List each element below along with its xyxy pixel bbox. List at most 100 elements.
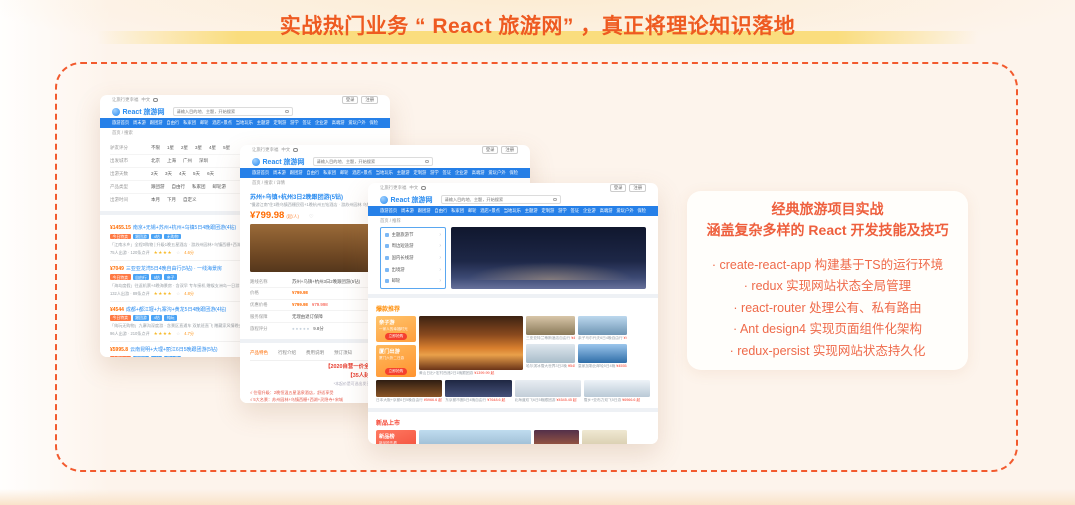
filter-option[interactable]: 6天 xyxy=(207,171,214,177)
nav-item[interactable]: 主题游 xyxy=(525,208,538,214)
buy-now-button[interactable]: 立即抢购 xyxy=(384,333,408,340)
filter-option[interactable]: 2天 xyxy=(151,171,158,177)
filter-option[interactable]: 自由行 xyxy=(172,184,186,190)
detail-tab[interactable]: 预订须知 xyxy=(334,350,352,356)
filter-option[interactable]: 深圳 xyxy=(199,158,208,164)
nav-item[interactable]: 周末游 xyxy=(401,208,414,214)
product-card[interactable]: 迪拜亚特兰蒂斯7日5晚自由行¥24999 起 xyxy=(419,430,531,444)
nav-item[interactable]: 酒店+景点 xyxy=(352,170,372,176)
hero-banner-photo[interactable] xyxy=(451,227,646,289)
category-menu-item[interactable]: 主题旅游节 › xyxy=(381,229,445,241)
nav-item[interactable]: 游学 xyxy=(290,120,299,126)
nav-item[interactable]: 高端游 xyxy=(472,170,485,176)
nav-item[interactable]: 保险 xyxy=(369,120,378,126)
promo-card[interactable]: 亲子游 一家人的幸福时光 立即抢购 xyxy=(376,316,416,342)
product-card[interactable]: 黄山日出+宏村西递2日1晚跟团游¥1399.99 起 xyxy=(419,316,523,377)
product-card[interactable]: 土耳其全景10日8晚跟团游¥15888 起 xyxy=(582,430,627,444)
nav-item[interactable]: 跟团游 xyxy=(418,208,431,214)
nav-item[interactable]: 当地玩乐 xyxy=(376,170,393,176)
category-menu-item[interactable]: 周边短途游 › xyxy=(381,241,445,253)
nav-item[interactable]: 定制游 xyxy=(541,208,554,214)
result-title-link[interactable]: 南京+无锡+苏州+杭州+乌镇5日4晚跟团游(4钻) xyxy=(133,225,236,231)
product-card[interactable]: 北海道双飞6日5晚跟团游¥4545.45 起 xyxy=(514,380,581,403)
search-input[interactable] xyxy=(444,197,552,202)
nav-item[interactable]: 旅游首页 xyxy=(380,208,397,214)
nav-item[interactable]: 周末游 xyxy=(273,170,286,176)
nav-item[interactable]: 跟团游 xyxy=(290,170,303,176)
filter-option[interactable]: 自定义 xyxy=(183,197,197,203)
nav-item[interactable]: 保险 xyxy=(637,208,646,214)
nav-item[interactable]: 旅游首页 xyxy=(252,170,269,176)
filter-option[interactable]: 3星 xyxy=(195,145,202,151)
nav-item[interactable]: 企业游 xyxy=(455,170,468,176)
search-icon[interactable] xyxy=(285,109,289,114)
nav-item[interactable]: 定制游 xyxy=(413,170,426,176)
register-button[interactable]: 注册 xyxy=(629,183,646,193)
nav-item[interactable]: 当地玩乐 xyxy=(236,120,253,126)
nav-item[interactable]: 邮轮 xyxy=(200,120,209,126)
nav-item[interactable]: 定制游 xyxy=(273,120,286,126)
filter-option[interactable]: 本月 xyxy=(151,197,160,203)
filter-option[interactable]: 不限 xyxy=(151,145,160,151)
product-card[interactable]: 三亚亚特兰蒂斯酒店自由行¥4505 起 xyxy=(526,316,575,341)
nav-item[interactable]: 爱玩户外 xyxy=(488,170,505,176)
register-button[interactable]: 注册 xyxy=(361,95,378,105)
nav-item[interactable]: 酒店+景点 xyxy=(480,208,500,214)
product-card[interactable]: 普吉岛双飞6日5晚自由行¥3999 起 xyxy=(534,430,579,444)
language-select[interactable]: 中文 xyxy=(141,97,150,103)
language-select[interactable]: 中文 xyxy=(409,185,418,191)
language-select[interactable]: 中文 xyxy=(281,147,290,153)
product-card[interactable]: 皇家加勒比邮轮5日4晚¥4555.55 起 xyxy=(578,344,627,369)
filter-option[interactable]: 跟团游 xyxy=(151,184,165,190)
filter-option[interactable]: 邮轮游 xyxy=(213,184,227,190)
nav-item[interactable]: 高端游 xyxy=(600,208,613,214)
nav-item[interactable]: 私家团 xyxy=(183,120,196,126)
product-card[interactable]: 亲子马尔代夫6日4晚自由行¥4588.88 起 xyxy=(578,316,627,341)
nav-item[interactable]: 跟团游 xyxy=(150,120,163,126)
product-card[interactable]: 日本大阪+京都6日5晚自由行¥5966.6 起 xyxy=(376,380,443,403)
login-button[interactable]: 登录 xyxy=(609,183,627,193)
promo-card[interactable]: 新品榜 新品抢先看 立即抢购 xyxy=(376,430,416,444)
nav-item[interactable]: 爱玩户外 xyxy=(348,120,365,126)
filter-option[interactable]: 2星 xyxy=(181,145,188,151)
filter-option[interactable]: 广州 xyxy=(183,158,192,164)
filter-option[interactable]: 北京 xyxy=(151,158,160,164)
category-menu-item[interactable]: 国内长线游 › xyxy=(381,252,445,264)
promo-card[interactable]: 厦门出游 厦门六折二日游 立即抢购 xyxy=(376,345,416,377)
login-button[interactable]: 登录 xyxy=(341,95,359,105)
register-button[interactable]: 注册 xyxy=(501,145,518,155)
result-title-link[interactable]: 三亚亚龙湾5日4晚自由行(5钻) · 一线海景房 xyxy=(126,266,222,272)
filter-option[interactable]: 上海 xyxy=(167,158,176,164)
result-title-link[interactable]: 云南昆明+大理+丽江6日5晚跟团游(5钻) xyxy=(130,347,218,353)
favorite-icon[interactable]: ♡ xyxy=(309,214,313,220)
nav-item[interactable]: 签证 xyxy=(571,208,580,214)
nav-item[interactable]: 签证 xyxy=(443,170,452,176)
detail-tab[interactable]: 产品特色 xyxy=(250,350,268,356)
filter-option[interactable]: 3天 xyxy=(165,171,172,177)
nav-item[interactable]: 保险 xyxy=(509,170,518,176)
nav-item[interactable]: 企业游 xyxy=(315,120,328,126)
category-menu-item[interactable]: 出境游 › xyxy=(381,264,445,276)
nav-item[interactable]: 邮轮 xyxy=(468,208,477,214)
product-card[interactable]: 雪乡+亚布力双飞5日游¥6966.6 起 xyxy=(583,380,650,403)
product-card[interactable]: 哈尔滨冰雪大世界3日2晚¥5456.56 起 xyxy=(526,344,575,369)
product-card[interactable]: 东京都市圈5日4晚自由行¥7648.6 起 xyxy=(445,380,512,403)
detail-tab[interactable]: 费用说明 xyxy=(306,350,324,356)
login-button[interactable]: 登录 xyxy=(481,145,499,155)
nav-item[interactable]: 旅游首页 xyxy=(112,120,129,126)
nav-item[interactable]: 私家团 xyxy=(451,208,464,214)
filter-option[interactable]: 私家团 xyxy=(192,184,206,190)
filter-option[interactable]: 4天 xyxy=(179,171,186,177)
result-title-link[interactable]: 成都+都江堰+九寨沟+黄龙5日4晚跟团游(4钻) xyxy=(126,307,226,313)
nav-item[interactable]: 当地玩乐 xyxy=(504,208,521,214)
nav-item[interactable]: 企业游 xyxy=(583,208,596,214)
nav-item[interactable]: 主题游 xyxy=(397,170,410,176)
nav-item[interactable]: 高端游 xyxy=(332,120,345,126)
category-menu-item[interactable]: 邮轮 › xyxy=(381,275,445,287)
search-icon[interactable] xyxy=(553,197,557,202)
nav-item[interactable]: 游学 xyxy=(558,208,567,214)
nav-item[interactable]: 自由行 xyxy=(306,170,319,176)
nav-item[interactable]: 自由行 xyxy=(434,208,447,214)
nav-item[interactable]: 酒店+景点 xyxy=(212,120,232,126)
nav-item[interactable]: 私家团 xyxy=(323,170,336,176)
